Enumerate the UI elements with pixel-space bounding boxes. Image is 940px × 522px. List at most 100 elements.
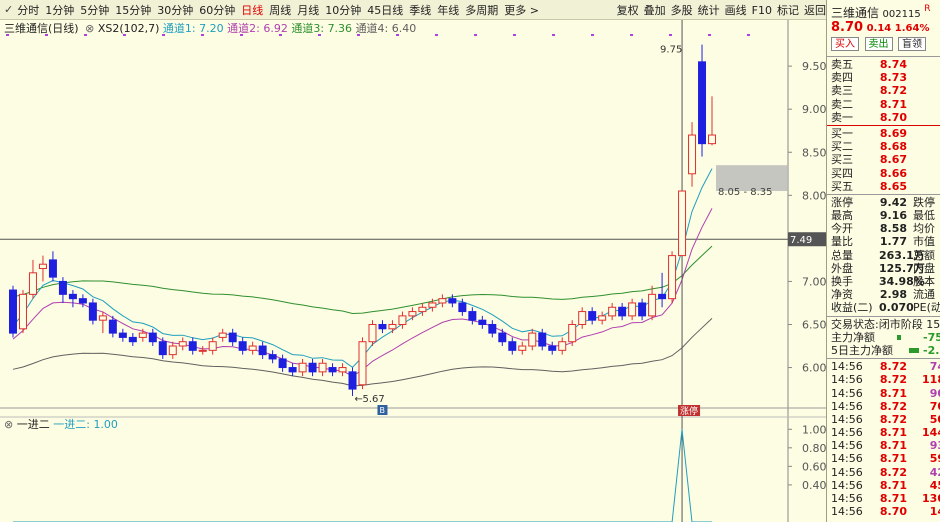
period-tab[interactable]: 15分钟 [115, 2, 151, 18]
five-day-bar [909, 347, 919, 353]
indicator-selector-icon[interactable]: ⊗ [85, 22, 94, 35]
candle-body [258, 345, 267, 356]
candle-body [148, 332, 157, 343]
candle-body [228, 332, 237, 343]
stat-row: 外盘 125.7万 内盘 [827, 262, 940, 275]
indicator-name[interactable]: XS2(102,7) [98, 22, 160, 35]
book-row[interactable]: 卖五 8.74 [827, 58, 940, 71]
tool-item[interactable]: 统计 [698, 2, 720, 18]
period-tab[interactable]: 更多 > [504, 2, 539, 18]
stat-value: 2.98 [879, 288, 907, 302]
book-price: 8.66 [879, 166, 907, 180]
stat-row: 涨停 9.42 跌停 [827, 196, 940, 209]
crosshair-price: 7.49 [790, 235, 812, 246]
book-row[interactable]: 买一 8.69 [827, 127, 940, 140]
book-row[interactable]: 卖一 8.70 [827, 111, 940, 124]
tool-item[interactable]: 多股 [671, 2, 693, 18]
book-level: 卖三 [831, 84, 853, 98]
indicator-selector-icon[interactable]: ⊗ [4, 418, 13, 431]
book-price: 8.72 [879, 84, 907, 98]
indicator-line [13, 429, 712, 522]
indicator-tick-label: 0.80 [802, 442, 826, 455]
candle-body [468, 311, 477, 321]
book-row[interactable]: 卖二 8.71 [827, 98, 940, 111]
book-row[interactable]: 买五 8.65 [827, 180, 940, 193]
candle-body [418, 306, 427, 313]
indicator-header: ⊗ 一进二 一进二: 1.00 [4, 416, 118, 432]
period-tab[interactable]: 45日线 [367, 2, 403, 18]
period-tab[interactable]: 30分钟 [157, 2, 193, 18]
stat-row: 量比 1.77 市值 [827, 235, 940, 248]
book-level: 买一 [831, 126, 853, 140]
book-row[interactable]: 卖三 8.72 [827, 84, 940, 97]
indicator-line-value: 1.00 [93, 418, 118, 431]
stat-label: 净资 [831, 288, 853, 302]
period-tab[interactable]: 分时 [17, 2, 39, 18]
book-level: 买五 [831, 179, 853, 193]
book-level: 卖一 [831, 110, 853, 124]
kline-chart[interactable]: 9.509.008.508.007.507.006.506.007.498.05… [0, 20, 826, 522]
trade-price: 8.72 [879, 399, 907, 413]
stat-label: 最高 [831, 209, 853, 223]
candle-body [248, 345, 257, 351]
ch2-label: 通道2: [227, 22, 260, 35]
price-tick-label: 8.50 [802, 146, 826, 159]
stat-label-2: 流通 [913, 288, 935, 302]
book-row[interactable]: 买四 8.66 [827, 167, 940, 180]
stats-table: 涨停 9.42 跌停 最高 9.16 最低 今开 8.58 均价 量比 1.77 市值 总量 263.1万… [827, 196, 940, 315]
candle-body [178, 341, 187, 347]
sell-button[interactable]: 卖出 [864, 37, 893, 51]
book-row[interactable]: 卖四 8.73 [827, 71, 940, 84]
marker-dot [669, 34, 672, 36]
ch1-value: 7.20 [199, 22, 224, 35]
tool-item[interactable]: 复权 [617, 2, 639, 18]
candle-body [268, 354, 277, 360]
stat-label: 今开 [831, 222, 853, 236]
stat-row: 净资 2.98 流通 [827, 288, 940, 301]
period-tab[interactable]: 1分钟 [45, 2, 74, 18]
book-level: 卖四 [831, 71, 853, 85]
trade-volume: 59 [929, 452, 940, 466]
tool-item[interactable]: 标记 [777, 2, 799, 18]
period-tab[interactable]: 60分钟 [199, 2, 235, 18]
candle-body [548, 345, 557, 351]
candle-body [408, 311, 417, 317]
period-tab[interactable]: 周线 [269, 2, 291, 18]
tool-item[interactable]: F10 [752, 4, 772, 17]
trade-time: 14:56 [831, 465, 863, 479]
main-flow-row: 主力净额 -757 [827, 331, 940, 344]
period-tab[interactable]: 年线 [437, 2, 459, 18]
tool-item[interactable]: 画线 [725, 2, 747, 18]
candle-body [308, 362, 317, 373]
trade-volume: 144 [922, 426, 940, 440]
order-button[interactable]: 盲领 [898, 37, 926, 51]
buy-button[interactable]: 买入 [831, 37, 859, 51]
stat-row: 换手 34.98% 股本 [827, 275, 940, 288]
indicator-panel-name[interactable]: 一进二 [17, 418, 50, 431]
book-row[interactable]: 买二 8.68 [827, 140, 940, 153]
trade-price: 8.70 [879, 505, 907, 519]
main-flow-label: 主力净额 [831, 330, 875, 344]
price-tick-label: 9.00 [802, 103, 826, 116]
tool-item[interactable]: 返回 [804, 2, 826, 18]
stat-label-2: 均价 [913, 222, 935, 236]
divider [827, 358, 940, 360]
candle-body [508, 341, 517, 351]
candle-body [128, 336, 137, 343]
tool-item[interactable]: 叠加 [644, 2, 666, 18]
stat-label-2: 内盘 [913, 261, 935, 275]
book-row[interactable]: 买三 8.67 [827, 153, 940, 166]
pin-icon[interactable]: ✓ [4, 3, 13, 16]
kline-chart-area[interactable]: 9.509.008.508.007.507.006.506.007.498.05… [0, 20, 826, 522]
period-tab[interactable]: 5分钟 [80, 2, 109, 18]
chart-title: 三维通信(日线) [4, 22, 79, 35]
period-tab[interactable]: 多周期 [465, 2, 498, 18]
period-tab[interactable]: 10分钟 [325, 2, 361, 18]
period-tab[interactable]: 日线 [241, 2, 263, 18]
period-tab[interactable]: 月线 [297, 2, 319, 18]
candle-body [168, 345, 177, 356]
period-tab[interactable]: 季线 [409, 2, 431, 18]
price-change-pct: 1.64% [894, 23, 930, 34]
candle-body [28, 272, 37, 295]
candle-body [58, 280, 67, 295]
